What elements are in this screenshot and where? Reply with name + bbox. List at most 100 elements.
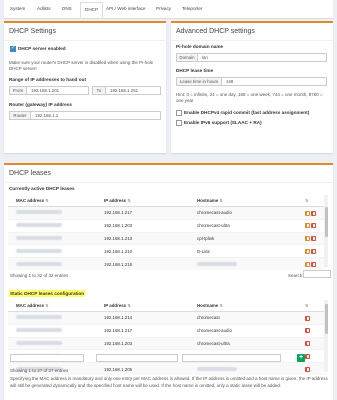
mac-redacted	[16, 210, 62, 215]
domain-input[interactable]: lan	[197, 53, 327, 62]
advanced-title: Advanced DHCP settings	[176, 28, 255, 35]
new-mac-input[interactable]	[10, 354, 84, 362]
delete-static-button[interactable]	[305, 353, 310, 359]
lease-hostname: chromecast-ultra	[189, 218, 297, 233]
table-row: 192.168.1.216	[8, 257, 326, 270]
static-ip: 192.168.1.217	[96, 323, 189, 338]
lease-hostname: cpl-tplink	[189, 231, 297, 245]
table-row: 192.168.1.217 chromecast-audio	[8, 323, 326, 338]
table-row: 192.168.1.203 chromecast-ultra	[8, 336, 326, 350]
delete-lease-button[interactable]	[311, 236, 316, 242]
rapid-commit-checkbox[interactable]	[176, 110, 182, 116]
col-ip[interactable]: IP address ⇅	[96, 194, 189, 207]
delete-static-button[interactable]	[305, 328, 310, 334]
delete-lease-button[interactable]	[311, 261, 316, 267]
dhcp-disable-note: Make sure your router's DHCP server is d…	[9, 60, 154, 71]
table-row: 192.168.1.203 chromecast-ultra	[8, 218, 326, 233]
lease-time-hint: Hint: 0 = infinite, 24 = one day, 168 = …	[176, 92, 323, 103]
static-leases-title: Static DHCP leases configuration	[9, 290, 86, 297]
to-input[interactable]: 192.168.1.251	[105, 86, 161, 95]
dhcp-leases-title: DHCP leases	[9, 170, 51, 177]
lease-ip: 192.168.1.217	[96, 206, 189, 220]
static-leases-scrollbar[interactable]	[324, 300, 328, 372]
dhcp-enabled-label: DHCP server enabled	[18, 46, 66, 51]
from-addon: From	[9, 86, 27, 95]
static-leases-table: MAC address ⇅ IP address ⇅ Hostname ⇅ ⇅ …	[8, 299, 326, 375]
mac-redacted	[16, 328, 62, 333]
add-static-lease-button[interactable]: +	[297, 354, 305, 362]
lease-ip: 192.168.1.210	[96, 244, 189, 258]
domain-value: lan	[202, 55, 208, 60]
table-row: 192.168.1.217 chromecast-audio	[8, 206, 326, 220]
dhcp-leases-box: DHCP leases Currently active DHCP leases…	[4, 163, 333, 400]
delete-lease-button[interactable]	[311, 223, 316, 229]
copy-to-static-button[interactable]	[305, 248, 310, 254]
search-input[interactable]	[303, 270, 331, 278]
new-hostname-input[interactable]	[182, 354, 281, 362]
ipv6-checkbox[interactable]	[176, 120, 182, 126]
active-leases-table: MAC address ⇅ IP address ⇅ Hostname ⇅ ⇅ …	[8, 194, 326, 270]
router-value: 192.168.1.1	[35, 113, 59, 118]
static-leases-info: Showing 1 to 27 of 27 entries	[10, 368, 69, 373]
mac-redacted	[16, 223, 62, 228]
lease-ip: 192.168.1.213	[96, 231, 189, 245]
active-leases-scrollbar[interactable]	[324, 195, 328, 267]
hostname-redacted	[197, 366, 237, 371]
tab-teleporter[interactable]: Teleporter	[182, 6, 202, 11]
dhcp-enabled-checkbox[interactable]	[10, 45, 16, 52]
search-label: Search:	[288, 273, 304, 278]
router-label: Router (gateway) IP address	[9, 102, 72, 107]
lease-hostname: chromecast-audio	[189, 206, 297, 220]
table-row: 192.168.1.214 chromecast	[8, 311, 326, 325]
lease-time-label: DHCP lease time	[176, 68, 214, 73]
delete-static-button[interactable]	[305, 315, 310, 321]
lease-hostname: D-Link	[189, 244, 297, 258]
new-ip-input[interactable]	[96, 354, 178, 362]
col-hostname[interactable]: Hostname ⇅	[189, 194, 297, 207]
static-ip: 192.168.1.205	[96, 362, 189, 375]
delete-lease-button[interactable]	[311, 210, 316, 216]
tab-api-web-interface[interactable]: API / Web interface	[106, 6, 146, 11]
router-input[interactable]: 192.168.1.1	[30, 111, 161, 120]
static-ip: 192.168.1.203	[96, 336, 189, 350]
tab-privacy[interactable]: Privacy	[156, 6, 171, 11]
static-hostname: chromecast	[189, 311, 297, 325]
table-row: 192.168.1.210 D-Link	[8, 244, 326, 258]
domain-addon: Domain	[176, 53, 198, 62]
tab-adlists[interactable]: Adlists	[37, 6, 51, 11]
table-row: 192.168.1.213 cpl-tplink	[8, 231, 326, 245]
from-value: 192.168.1.201	[31, 88, 60, 93]
lease-time-input[interactable]: 168	[221, 77, 327, 86]
delete-static-button[interactable]	[305, 366, 310, 372]
domain-label: Pi-hole domain name	[176, 44, 224, 49]
lease-time-value: 168	[226, 79, 234, 84]
delete-lease-button[interactable]	[311, 248, 316, 254]
dhcp-settings-box: DHCP Settings DHCP server enabled Make s…	[4, 21, 166, 153]
delete-static-button[interactable]	[305, 341, 310, 347]
col-mac[interactable]: MAC address ⇅	[8, 194, 96, 207]
static-leases-note: Specifying the MAC address is mandatory …	[10, 376, 328, 388]
mac-redacted	[16, 315, 62, 320]
copy-to-static-button[interactable]	[305, 210, 310, 216]
col-actions: ⇅	[297, 194, 326, 207]
copy-to-static-button[interactable]	[305, 236, 310, 242]
range-label: Range of IP addresses to hand out	[9, 77, 87, 82]
tab-dhcp[interactable]: DHCP	[80, 2, 104, 18]
mac-redacted	[16, 340, 62, 345]
active-leases-info: Showing 1 to 32 of 32 entries	[10, 273, 69, 278]
mac-redacted	[16, 235, 62, 240]
lease-ip: 192.168.1.216	[96, 257, 189, 270]
active-leases-title: Currently active DHCP leases	[9, 186, 75, 191]
settings-tabs: System Adlists DNS DHCP API / Web interf…	[4, 0, 333, 19]
static-col-hostname[interactable]: Hostname ⇅	[189, 299, 297, 312]
lease-time-addon: Lease time in hours	[176, 77, 222, 86]
tab-system[interactable]: System	[10, 6, 25, 11]
static-col-mac[interactable]: MAC address ⇅	[8, 299, 96, 312]
from-input[interactable]: 192.168.1.201	[26, 86, 89, 95]
tab-dns[interactable]: DNS	[62, 6, 72, 11]
copy-to-static-button[interactable]	[305, 261, 310, 267]
copy-to-static-button[interactable]	[305, 223, 310, 229]
mac-redacted	[16, 261, 62, 266]
hostname-redacted	[197, 261, 237, 266]
static-col-ip[interactable]: IP address ⇅	[96, 299, 189, 312]
